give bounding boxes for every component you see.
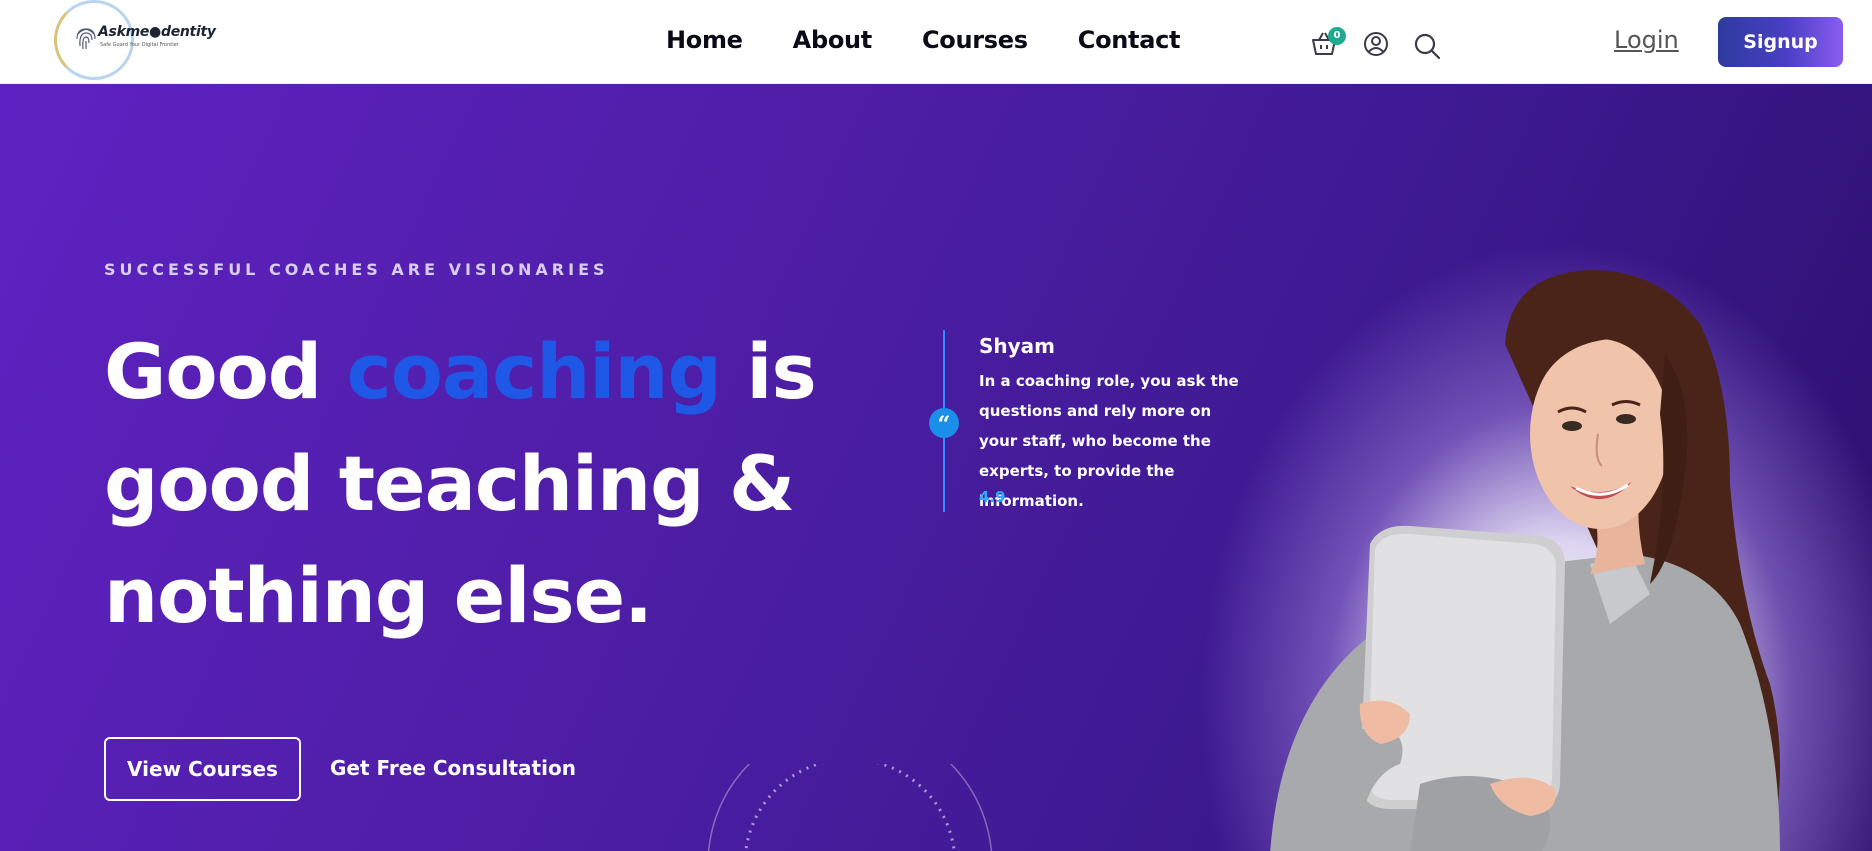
coach-photo	[1270, 270, 1780, 851]
nav-home[interactable]: Home	[666, 26, 743, 54]
hero-kicker: SUCCESSFUL COACHES ARE VISIONARIES	[104, 260, 609, 279]
brand-tagline: Safe Guard Your Digital Frontier	[100, 42, 179, 48]
nav-courses[interactable]: Courses	[922, 26, 1028, 54]
brand-logo[interactable]: Askme●dentity Safe Guard Your Digital Fr…	[54, 0, 216, 80]
decorative-circles	[707, 764, 993, 851]
cart-count-badge: 0	[1328, 27, 1346, 45]
fingerprint-icon	[76, 28, 96, 50]
nav-contact[interactable]: Contact	[1078, 26, 1181, 54]
top-navbar: Askme●dentity Safe Guard Your Digital Fr…	[0, 0, 1872, 84]
signup-button[interactable]: Signup	[1718, 17, 1843, 67]
headline-accent: coaching	[346, 327, 722, 416]
quote-icon: “	[929, 408, 959, 438]
login-link[interactable]: Login	[1614, 26, 1679, 54]
hero-headline: Good coaching is good teaching & nothing…	[104, 316, 824, 652]
brand-name: Askme●dentity	[98, 24, 216, 40]
free-consultation-link[interactable]: Get Free Consultation	[330, 756, 576, 780]
main-menu: Home About Courses Contact	[666, 26, 1230, 54]
user-icon[interactable]	[1362, 30, 1390, 58]
view-courses-button[interactable]: View Courses	[104, 737, 301, 801]
hero-section: SUCCESSFUL COACHES ARE VISIONARIES Good …	[0, 84, 1872, 851]
headline-part-1: Good	[104, 327, 347, 416]
testimonial-rating: 4.9	[979, 488, 1006, 506]
testimonial-name: Shyam	[979, 334, 1056, 358]
search-icon[interactable]	[1413, 32, 1441, 60]
testimonial-text: In a coaching role, you ask the question…	[979, 372, 1239, 510]
nav-about[interactable]: About	[793, 26, 873, 54]
